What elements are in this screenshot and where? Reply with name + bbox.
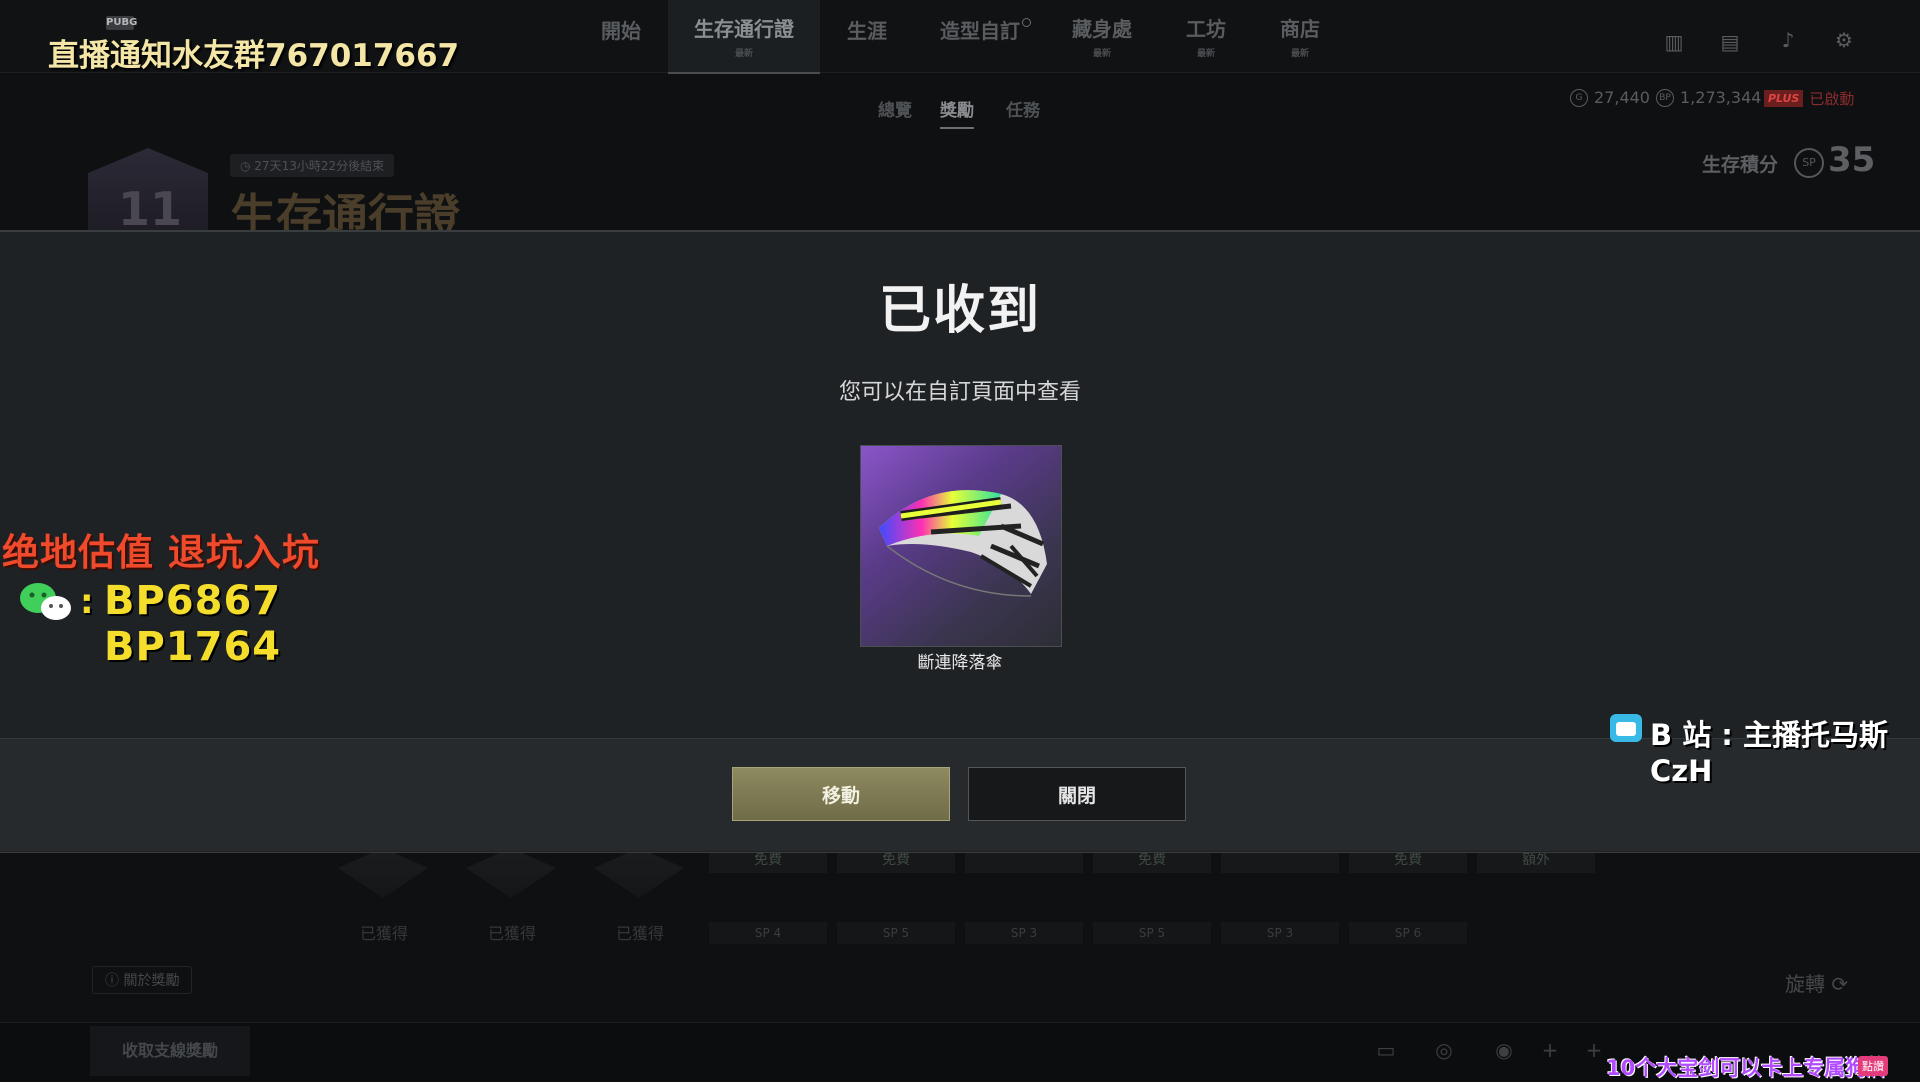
tab-sub: 最新: [1092, 49, 1111, 59]
bp-value: 1,273,344: [1680, 88, 1762, 107]
tab-customize[interactable]: 造型自訂: [920, 0, 1040, 72]
stream-group-notice: 直播通知水友群767017667: [48, 38, 460, 74]
tab-label: 開始: [601, 18, 641, 43]
stream-promo-text: 绝地估值 退坑入坑: [2, 531, 320, 574]
pass-level: 11: [118, 182, 183, 236]
g-coin-balance: G 27,440: [1570, 88, 1650, 107]
stream-bottom-tag: 點讚: [1858, 1056, 1888, 1076]
reward-cost: SP 4: [709, 922, 827, 944]
reward-cost: SP 5: [1093, 922, 1211, 944]
about-rewards-label: 關於獎勵: [123, 973, 180, 989]
survival-points-label: 生存積分: [1702, 154, 1779, 176]
leaderboard-icon[interactable]: ▥: [1662, 30, 1686, 54]
add-friend-icon[interactable]: +: [1536, 1036, 1564, 1064]
pass-timer: ◷ 27天13小時22分後結束: [230, 154, 395, 177]
bp-balance: BP 1,273,344: [1656, 88, 1761, 107]
tab-workshop[interactable]: 工坊 最新: [1166, 0, 1246, 72]
reward-cost: SP 6: [1349, 922, 1467, 944]
dialog-subtitle: 您可以在自訂頁面中查看: [838, 380, 1081, 405]
about-rewards-button[interactable]: ⓘ 關於獎勵: [92, 966, 193, 994]
survival-points-value: 35: [1828, 140, 1876, 180]
tab-sub: 最新: [734, 49, 753, 59]
radar-icon[interactable]: ◎: [1430, 1036, 1458, 1064]
reward-cost: SP 3: [965, 922, 1083, 944]
reward-cost-value: 4: [773, 926, 782, 940]
pubg-logo: PUBG: [106, 16, 138, 30]
g-coin-value: 27,440: [1594, 88, 1650, 107]
subtab-missions[interactable]: 任務: [1006, 96, 1040, 121]
reward-status: 已獲得: [615, 924, 664, 943]
claim-branch-rewards-button[interactable]: 收取支線獎勵: [90, 1026, 250, 1076]
tab-label: 商店: [1280, 17, 1320, 41]
wechat-id-2: BP1764: [104, 624, 282, 670]
reward-item-3[interactable]: [594, 848, 684, 898]
tab-hideout[interactable]: 藏身處 最新: [1060, 0, 1144, 72]
tab-label: 生存通行證: [694, 17, 794, 41]
reward-cost: SP 3: [1221, 922, 1339, 944]
gear-icon[interactable]: ⚙: [1832, 28, 1856, 52]
reward-item-2[interactable]: [466, 848, 556, 898]
parachute-icon: [879, 490, 1047, 597]
close-button[interactable]: 關閉: [968, 767, 1186, 821]
wechat-colon: :: [80, 582, 94, 622]
notification-dot-icon: [1022, 18, 1031, 27]
tab-label: 造型自訂: [940, 18, 1020, 43]
plus-badge: PLUS: [1764, 90, 1804, 107]
tab-survival-pass[interactable]: 生存通行證 最新: [668, 0, 820, 74]
reward-cost-value: 5: [901, 926, 910, 940]
bilibili-channel-text: B 站 : 主播托马斯 CzH: [1650, 718, 1888, 788]
rotate-button[interactable]: 旋轉 ⟳: [1785, 968, 1848, 997]
tab-sub: 最新: [1196, 49, 1215, 59]
tab-label: 藏身處: [1072, 17, 1132, 41]
chat-icon[interactable]: ▭: [1372, 1036, 1400, 1064]
timer-text: 27天13小時22分後結束: [254, 159, 385, 173]
reward-status: 已獲得: [359, 924, 408, 943]
reward-item-1[interactable]: [338, 848, 428, 898]
stream-bottom-ticker: 10个大宝剑可以卡上专属狗牌: [1606, 1056, 1888, 1080]
plus-status-text: 已啟動: [1809, 90, 1855, 108]
tab-start[interactable]: 開始: [580, 0, 662, 72]
bilibili-icon: [1610, 714, 1642, 742]
reward-cost-value: 6: [1413, 926, 1422, 940]
bell-icon[interactable]: ♪: [1776, 28, 1800, 52]
item-preview: [860, 445, 1062, 647]
tab-label: 工坊: [1186, 17, 1226, 41]
plus-status: PLUS 已啟動: [1764, 88, 1854, 109]
avatar-icon[interactable]: ◉: [1490, 1036, 1518, 1064]
bp-icon: BP: [1656, 88, 1674, 107]
dialog-title: 已收到: [878, 281, 1041, 341]
rotate-label: 旋轉: [1785, 972, 1825, 996]
tab-store[interactable]: 商店 最新: [1258, 0, 1342, 72]
reward-cost: SP 5: [837, 922, 955, 944]
sp-icon: SP: [1794, 148, 1824, 178]
reward-status: 已獲得: [487, 924, 536, 943]
g-coin-icon: G: [1570, 88, 1588, 107]
wechat-icon: [20, 583, 71, 620]
item-name: 斷連降落傘: [917, 653, 1003, 673]
move-button[interactable]: 移動: [732, 767, 950, 821]
reward-cost-value: 3: [1029, 926, 1038, 940]
tab-career[interactable]: 生涯: [826, 0, 908, 72]
tab-sub: 最新: [1290, 49, 1309, 59]
reward-cost-value: 3: [1285, 926, 1294, 940]
reward-cost-value: 5: [1157, 926, 1166, 940]
dialog-footer: [0, 738, 1920, 851]
wechat-id-1: BP6867: [104, 578, 282, 624]
tab-label: 生涯: [847, 18, 887, 43]
subtab-overview[interactable]: 總覽: [878, 96, 912, 121]
news-icon[interactable]: ▤: [1718, 30, 1742, 54]
add-icon[interactable]: +: [1580, 1036, 1608, 1064]
subtab-rewards[interactable]: 獎勵: [940, 96, 974, 129]
